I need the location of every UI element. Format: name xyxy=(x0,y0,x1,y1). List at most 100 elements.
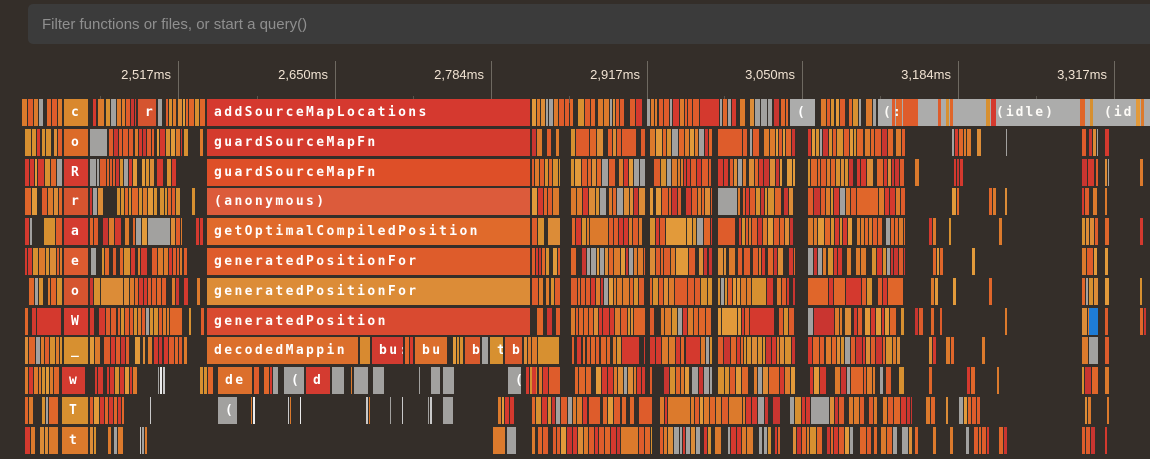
micro-frame[interactable] xyxy=(765,397,768,424)
micro-frame[interactable] xyxy=(50,367,53,394)
micro-frame[interactable] xyxy=(571,248,576,275)
micro-frame[interactable] xyxy=(633,218,638,245)
idle-frame[interactable]: (:(idle)(id xyxy=(878,99,1150,126)
micro-frame[interactable] xyxy=(102,248,104,275)
micro-frame[interactable] xyxy=(811,159,816,186)
micro-frame[interactable] xyxy=(510,397,514,424)
micro-frame[interactable] xyxy=(586,367,591,394)
micro-frame[interactable] xyxy=(143,188,147,215)
micro-frame[interactable] xyxy=(850,129,853,156)
micro-frame[interactable] xyxy=(972,248,975,275)
micro-frame[interactable] xyxy=(166,129,169,156)
micro-frame[interactable] xyxy=(894,397,900,424)
micro-frame[interactable] xyxy=(90,188,92,215)
frame-block[interactable] xyxy=(332,367,344,394)
micro-frame[interactable] xyxy=(36,337,41,364)
micro-frame[interactable] xyxy=(666,218,686,245)
micro-frame[interactable] xyxy=(758,397,763,424)
frame-texture[interactable] xyxy=(938,99,956,126)
micro-frame[interactable] xyxy=(919,308,923,335)
micro-frame[interactable] xyxy=(557,427,559,454)
micro-frame[interactable] xyxy=(169,99,172,126)
micro-frame[interactable] xyxy=(680,99,683,126)
micro-frame[interactable] xyxy=(710,367,712,394)
micro-frame[interactable] xyxy=(820,367,826,394)
micro-frame[interactable] xyxy=(547,308,553,335)
micro-frame[interactable] xyxy=(541,99,545,126)
micro-frame[interactable] xyxy=(722,397,728,424)
micro-frame[interactable] xyxy=(762,248,765,275)
micro-frame[interactable] xyxy=(104,337,110,364)
micro-frame[interactable] xyxy=(45,427,48,454)
micro-frame[interactable] xyxy=(25,248,27,275)
micro-frame[interactable] xyxy=(763,367,768,394)
micro-frame[interactable] xyxy=(25,218,29,245)
micro-frame[interactable] xyxy=(883,337,885,364)
micro-frame[interactable] xyxy=(110,367,114,394)
frame-texture[interactable] xyxy=(915,188,1007,215)
micro-frame[interactable] xyxy=(129,188,131,215)
micro-frame[interactable] xyxy=(724,248,726,275)
micro-frame[interactable] xyxy=(107,367,110,394)
micro-frame[interactable] xyxy=(121,188,124,215)
micro-frame[interactable] xyxy=(849,99,852,126)
micro-frame[interactable] xyxy=(700,397,703,424)
micro-frame[interactable] xyxy=(351,367,352,394)
micro-frame[interactable] xyxy=(589,397,599,424)
micro-frame[interactable] xyxy=(609,188,611,215)
frame-block[interactable]: ( xyxy=(508,367,521,394)
micro-frame[interactable] xyxy=(177,248,179,275)
micro-frame[interactable] xyxy=(761,188,763,215)
micro-frame[interactable] xyxy=(850,427,853,454)
micro-frame[interactable] xyxy=(1004,427,1007,454)
micro-frame[interactable] xyxy=(840,308,842,335)
micro-frame[interactable] xyxy=(118,308,121,335)
micro-frame[interactable] xyxy=(781,99,785,126)
micro-frame[interactable] xyxy=(835,308,839,335)
micro-frame[interactable] xyxy=(125,367,129,394)
micro-frame[interactable] xyxy=(145,427,147,454)
micro-frame[interactable] xyxy=(110,159,112,186)
frame-texture[interactable] xyxy=(493,397,515,424)
micro-frame[interactable] xyxy=(739,218,741,245)
micro-frame[interactable] xyxy=(288,397,289,424)
micro-frame[interactable] xyxy=(851,367,863,394)
micro-frame[interactable] xyxy=(887,427,892,454)
micro-frame[interactable] xyxy=(171,129,175,156)
micro-frame[interactable] xyxy=(25,397,28,424)
micro-frame[interactable] xyxy=(1108,159,1109,186)
micro-frame[interactable] xyxy=(834,278,845,305)
micro-frame[interactable] xyxy=(571,278,577,305)
frame-block[interactable]: generatedPositionFor xyxy=(207,248,530,275)
micro-frame[interactable] xyxy=(812,129,815,156)
micro-frame[interactable] xyxy=(1087,248,1093,275)
micro-frame[interactable] xyxy=(139,129,142,156)
micro-frame[interactable] xyxy=(34,99,38,126)
frame-texture[interactable] xyxy=(571,248,645,275)
micro-frame[interactable] xyxy=(208,367,213,394)
micro-frame[interactable] xyxy=(626,248,628,275)
micro-frame[interactable] xyxy=(617,129,621,156)
frame-texture[interactable] xyxy=(718,129,795,156)
micro-frame[interactable] xyxy=(723,99,727,126)
micro-frame[interactable] xyxy=(30,159,34,186)
micro-frame[interactable] xyxy=(763,218,767,245)
micro-frame[interactable] xyxy=(290,397,291,424)
micro-frame[interactable] xyxy=(807,427,809,454)
micro-frame[interactable] xyxy=(977,129,980,156)
micro-frame[interactable] xyxy=(946,99,949,126)
micro-frame[interactable] xyxy=(273,367,278,394)
micro-frame[interactable] xyxy=(681,367,684,394)
micro-frame[interactable] xyxy=(831,188,833,215)
micro-frame[interactable] xyxy=(904,248,905,275)
micro-frame[interactable] xyxy=(583,337,585,364)
micro-frame[interactable] xyxy=(546,248,549,275)
micro-frame[interactable] xyxy=(582,218,586,245)
micro-frame[interactable] xyxy=(718,308,721,335)
micro-frame[interactable] xyxy=(884,159,887,186)
micro-frame[interactable] xyxy=(553,188,558,215)
micro-frame[interactable] xyxy=(808,159,810,186)
micro-frame[interactable] xyxy=(654,159,660,186)
micro-frame[interactable] xyxy=(683,427,686,454)
frame-texture[interactable] xyxy=(1105,367,1109,394)
